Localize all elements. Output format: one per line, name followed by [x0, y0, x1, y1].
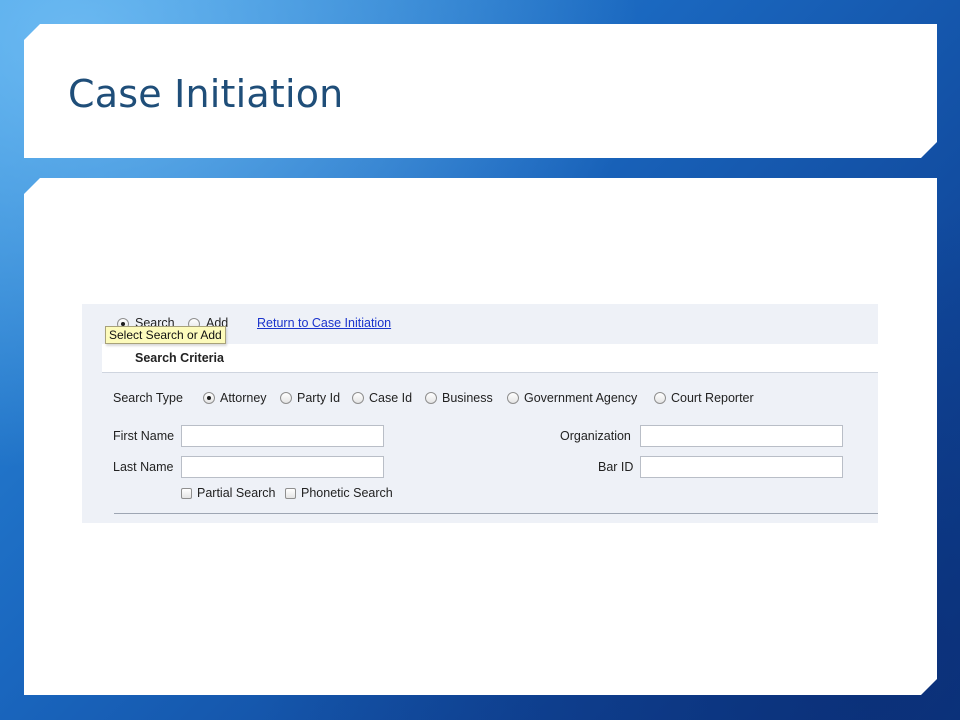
- search-type-option-government-agency[interactable]: Government Agency: [507, 391, 637, 405]
- organization-label: Organization: [560, 429, 631, 443]
- return-to-case-initiation-link[interactable]: Return to Case Initiation: [257, 316, 391, 330]
- organization-field[interactable]: [640, 425, 843, 447]
- partial-search-option[interactable]: Partial Search: [181, 486, 276, 500]
- last-name-field[interactable]: [181, 456, 384, 478]
- search-criteria-header: Search Criteria: [102, 344, 878, 373]
- case-id-radio[interactable]: [352, 392, 364, 404]
- case-search-screenshot: Search Add Return to Case Initiation Sea…: [82, 304, 878, 523]
- phonetic-search-checkbox[interactable]: [285, 488, 296, 499]
- party-id-label: Party Id: [297, 391, 341, 405]
- partial-search-label: Partial Search: [197, 486, 276, 500]
- search-type-label: Search Type: [113, 391, 183, 405]
- party-id-radio[interactable]: [280, 392, 292, 404]
- search-type-option-attorney[interactable]: Attorney: [203, 391, 267, 405]
- court-reporter-radio[interactable]: [654, 392, 666, 404]
- business-radio[interactable]: [425, 392, 437, 404]
- last-name-label: Last Name: [113, 460, 174, 474]
- business-label: Business: [442, 391, 493, 405]
- government-agency-radio[interactable]: [507, 392, 519, 404]
- government-agency-label: Government Agency: [524, 391, 638, 405]
- case-id-label: Case Id: [369, 391, 413, 405]
- attorney-label: Attorney: [220, 391, 267, 405]
- form-divider: [114, 513, 878, 514]
- phonetic-search-option[interactable]: Phonetic Search: [285, 486, 393, 500]
- search-type-option-court-reporter[interactable]: Court Reporter: [654, 391, 754, 405]
- search-type-option-party-id[interactable]: Party Id: [280, 391, 340, 405]
- partial-search-checkbox[interactable]: [181, 488, 192, 499]
- court-reporter-label: Court Reporter: [671, 391, 754, 405]
- search-type-option-business[interactable]: Business: [425, 391, 493, 405]
- mode-tooltip: Select Search or Add: [105, 326, 226, 344]
- slide-title: Case Initiation: [68, 72, 344, 116]
- first-name-field[interactable]: [181, 425, 384, 447]
- bar-id-label: Bar ID: [598, 460, 634, 474]
- search-type-option-case-id[interactable]: Case Id: [352, 391, 412, 405]
- search-criteria-title: Search Criteria: [135, 351, 224, 365]
- phonetic-search-label: Phonetic Search: [301, 486, 393, 500]
- attorney-radio[interactable]: [203, 392, 215, 404]
- bar-id-field[interactable]: [640, 456, 843, 478]
- first-name-label: First Name: [113, 429, 175, 443]
- content-panel: Search Add Return to Case Initiation Sea…: [24, 178, 937, 695]
